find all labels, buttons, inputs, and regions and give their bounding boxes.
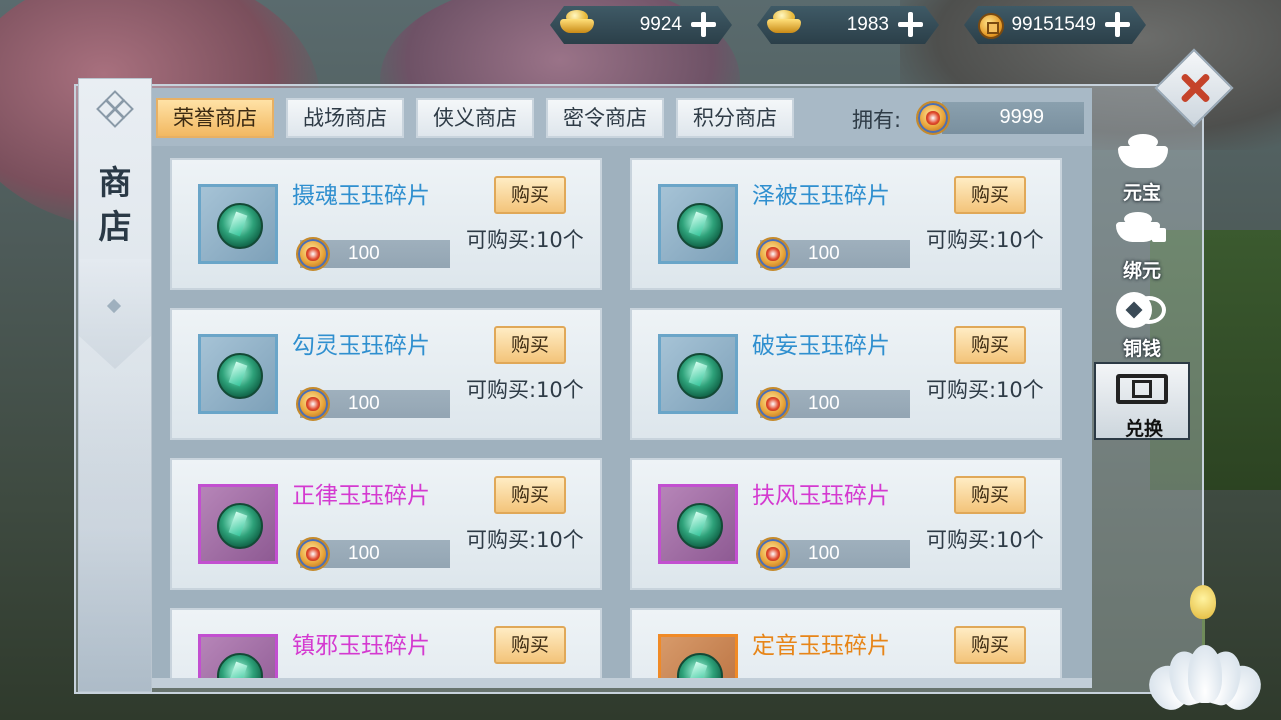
shop-item-card: 镇邪玉珏碎片 购买 xyxy=(170,608,602,680)
purchase-limit: 可购买:10个 xyxy=(926,528,1044,552)
shop-title-banner: 商 店 xyxy=(78,78,152,692)
currency-bound-ingot: 9924 xyxy=(550,6,732,44)
shop-content: 荣誉商店 战场商店 侠义商店 密令商店 积分商店 拥有: 9999 摄魂玉珏碎片… xyxy=(152,88,1092,680)
side-tab-label: 兑换 xyxy=(1124,418,1163,440)
item-icon-frame xyxy=(198,334,278,414)
buy-button[interactable]: 购买 xyxy=(494,326,566,364)
owned-label: 拥有: xyxy=(852,108,902,132)
buy-button[interactable]: 购买 xyxy=(954,476,1026,514)
exchange-ticket-icon xyxy=(1116,370,1172,408)
add-ingot-button[interactable] xyxy=(895,9,925,39)
jade-fragment-icon xyxy=(677,503,723,549)
knot-ornament-icon xyxy=(96,90,134,128)
add-copper-button[interactable] xyxy=(1102,9,1132,39)
jade-fragment-icon xyxy=(217,653,263,680)
page-title: 商 店 xyxy=(98,163,132,246)
shop-item-card: 泽被玉珏碎片 100 购买 可购买:10个 xyxy=(630,158,1062,290)
jade-fragment-icon xyxy=(677,353,723,399)
item-icon-frame xyxy=(658,334,738,414)
tab-secret-order-shop[interactable]: 密令商店 xyxy=(546,98,664,138)
lotus-bud xyxy=(1190,585,1216,619)
bound-ingot-icon xyxy=(1116,212,1166,252)
item-name: 摄魂玉珏碎片 xyxy=(292,183,430,209)
item-name: 扶风玉珏碎片 xyxy=(752,483,890,509)
tab-chivalry-shop[interactable]: 侠义商店 xyxy=(416,98,534,138)
lotus-decoration-icon xyxy=(1140,585,1270,720)
item-icon-frame xyxy=(198,634,278,680)
item-name: 正律玉珏碎片 xyxy=(292,483,430,509)
shop-item-card: 定音玉珏碎片 购买 xyxy=(630,608,1062,680)
jade-fragment-icon xyxy=(677,653,723,680)
jade-fragment-icon xyxy=(677,203,723,249)
item-icon-frame xyxy=(658,184,738,264)
honor-medal-icon xyxy=(916,101,950,135)
item-icon-frame xyxy=(198,184,278,264)
shop-item-card: 摄魂玉珏碎片 100 购买 可购买:10个 xyxy=(170,158,602,290)
jade-fragment-icon xyxy=(217,503,263,549)
buy-button[interactable]: 购买 xyxy=(494,176,566,214)
item-name: 勾灵玉珏碎片 xyxy=(292,333,430,359)
list-bottom-edge xyxy=(152,678,1092,688)
honor-medal-icon xyxy=(296,237,330,271)
side-tab-label: 绑元 xyxy=(1122,260,1161,282)
item-name: 泽被玉珏碎片 xyxy=(752,183,890,209)
ingot-icon xyxy=(1118,134,1168,174)
ingot-icon xyxy=(767,10,803,40)
item-name: 破妄玉珏碎片 xyxy=(752,333,890,359)
purchase-limit: 可购买:10个 xyxy=(466,378,584,402)
add-bound-ingot-button[interactable] xyxy=(688,9,718,39)
buy-button[interactable]: 购买 xyxy=(494,476,566,514)
purchase-limit: 可购买:10个 xyxy=(466,228,584,252)
side-tab-exchange[interactable]: 兑换 xyxy=(1094,362,1190,440)
bound-ingot-icon xyxy=(560,10,596,40)
side-tab-ingot[interactable]: 元宝 xyxy=(1094,128,1190,206)
side-tab-bound-ingot[interactable]: 绑元 xyxy=(1094,206,1190,284)
purchase-limit: 可购买:10个 xyxy=(926,228,1044,252)
honor-medal-icon xyxy=(756,237,790,271)
mist-decoration xyxy=(79,371,151,691)
buy-button[interactable]: 购买 xyxy=(494,626,566,664)
shop-item-card: 破妄玉珏碎片 100 购买 可购买:10个 xyxy=(630,308,1062,440)
honor-medal-icon xyxy=(756,537,790,571)
tab-battlefield-shop[interactable]: 战场商店 xyxy=(286,98,404,138)
shop-item-card: 扶风玉珏碎片 100 购买 可购买:10个 xyxy=(630,458,1062,590)
item-name: 定音玉珏碎片 xyxy=(752,633,890,659)
close-icon[interactable] xyxy=(1175,68,1215,108)
item-icon-frame xyxy=(658,484,738,564)
honor-medal-icon xyxy=(296,387,330,421)
currency-ingot: 1983 xyxy=(757,6,939,44)
jade-fragment-icon xyxy=(217,203,263,249)
shop-tab-bar: 荣誉商店 战场商店 侠义商店 密令商店 积分商店 拥有: 9999 xyxy=(152,88,1092,146)
copper-coin-icon xyxy=(1116,290,1172,330)
owned-amount: 9999 xyxy=(916,101,1084,135)
shop-item-card: 勾灵玉珏碎片 100 购买 可购买:10个 xyxy=(170,308,602,440)
buy-button[interactable]: 购买 xyxy=(954,626,1026,664)
item-icon-frame xyxy=(198,484,278,564)
side-tab-label: 铜钱 xyxy=(1122,338,1161,360)
item-name: 镇邪玉珏碎片 xyxy=(292,633,430,659)
currency-value: 9924 xyxy=(639,14,682,35)
item-icon-frame xyxy=(658,634,738,680)
honor-medal-icon xyxy=(296,537,330,571)
purchase-limit: 可购买:10个 xyxy=(466,528,584,552)
side-tab-copper[interactable]: 铜钱 xyxy=(1094,284,1190,362)
banner-chevron xyxy=(79,259,151,369)
currency-copper: 99151549 xyxy=(964,6,1146,44)
tab-honor-shop[interactable]: 荣誉商店 xyxy=(156,98,274,138)
purchase-limit: 可购买:10个 xyxy=(926,378,1044,402)
jade-fragment-icon xyxy=(217,353,263,399)
currency-value: 99151549 xyxy=(1011,14,1096,35)
owned-value: 9999 xyxy=(999,106,1045,128)
side-tab-label: 元宝 xyxy=(1122,182,1161,204)
buy-button[interactable]: 购买 xyxy=(954,176,1026,214)
copper-coin-icon xyxy=(978,13,1004,39)
tab-points-shop[interactable]: 积分商店 xyxy=(676,98,794,138)
buy-button[interactable]: 购买 xyxy=(954,326,1026,364)
honor-medal-icon xyxy=(756,387,790,421)
shop-item-card: 正律玉珏碎片 100 购买 可购买:10个 xyxy=(170,458,602,590)
currency-value: 1983 xyxy=(846,14,889,35)
